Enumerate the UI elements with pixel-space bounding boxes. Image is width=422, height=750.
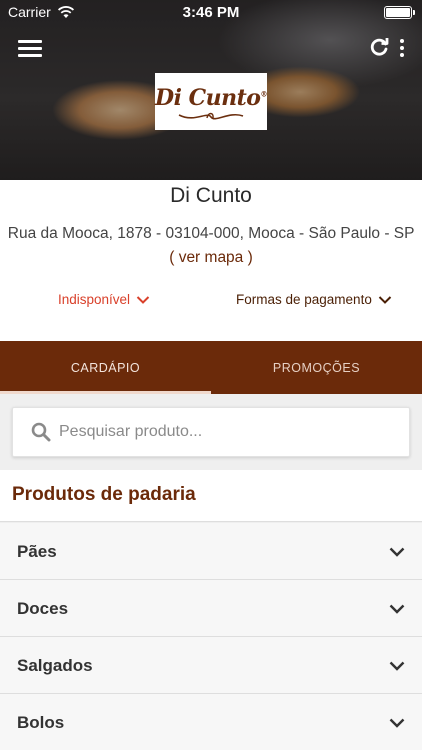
search-icon: [31, 422, 51, 442]
category-item-bolos[interactable]: Bolos: [0, 694, 422, 750]
map-link-open: (: [169, 249, 175, 266]
address-text: Rua da Mooca, 1878 - 03104-000, Mooca - …: [7, 225, 415, 242]
availability-label: Indisponível: [58, 292, 131, 307]
chevron-down-icon: [389, 718, 405, 728]
search-bar: [12, 407, 410, 457]
battery-icon: [384, 6, 415, 19]
battery-fill: [386, 8, 410, 17]
category-label: Doces: [17, 599, 69, 618]
refresh-icon[interactable]: [368, 36, 390, 58]
search-input[interactable]: [59, 423, 379, 441]
payment-label: Formas de pagamento: [236, 292, 372, 307]
vertical-dots-icon[interactable]: [398, 37, 406, 59]
tab-promocoes[interactable]: PROMOÇÕES: [211, 341, 422, 394]
chevron-down-icon: [389, 547, 405, 557]
category-section-header: Produtos de padaria: [0, 470, 422, 522]
category-label: Bolos: [17, 713, 65, 732]
category-label: Pães: [17, 542, 57, 561]
store-name: Di Cunto: [170, 184, 252, 207]
chevron-down-icon: [389, 661, 405, 671]
store-logo: Di Cunto®: [155, 73, 267, 130]
map-link-close: ): [247, 249, 253, 266]
section-title: Produtos de padaria: [12, 484, 196, 505]
tab-label: PROMOÇÕES: [272, 360, 361, 375]
hero-banner: Carrier 3:46 PM Di Cunto®: [0, 0, 422, 180]
category-item-doces[interactable]: Doces: [0, 580, 422, 637]
availability-dropdown[interactable]: Indisponível: [58, 292, 150, 307]
status-time: 3:46 PM: [182, 4, 240, 21]
chevron-down-icon: [136, 295, 150, 304]
map-link[interactable]: ver mapa: [179, 249, 244, 266]
tab-bar: CARDÁPIO PROMOÇÕES: [0, 341, 422, 394]
category-item-salgados[interactable]: Salgados: [0, 637, 422, 694]
hamburger-menu-icon[interactable]: [18, 38, 42, 58]
logo-swirl-icon: [178, 112, 244, 120]
tab-cardapio[interactable]: CARDÁPIO: [0, 341, 211, 394]
category-label: Salgados: [17, 656, 93, 675]
chevron-down-icon: [378, 295, 392, 304]
store-info-card: Di Cunto Rua da Mooca, 1878 - 03104-000,…: [0, 180, 422, 341]
tab-label: CARDÁPIO: [70, 360, 141, 375]
payment-methods-dropdown[interactable]: Formas de pagamento: [236, 292, 392, 307]
chevron-down-icon: [389, 604, 405, 614]
category-item-paes[interactable]: Pães: [0, 523, 422, 580]
store-address: Rua da Mooca, 1878 - 03104-000, Mooca - …: [6, 222, 416, 270]
status-bar: Carrier 3:46 PM: [0, 0, 422, 24]
logo-text: Di Cunto®: [155, 84, 267, 111]
